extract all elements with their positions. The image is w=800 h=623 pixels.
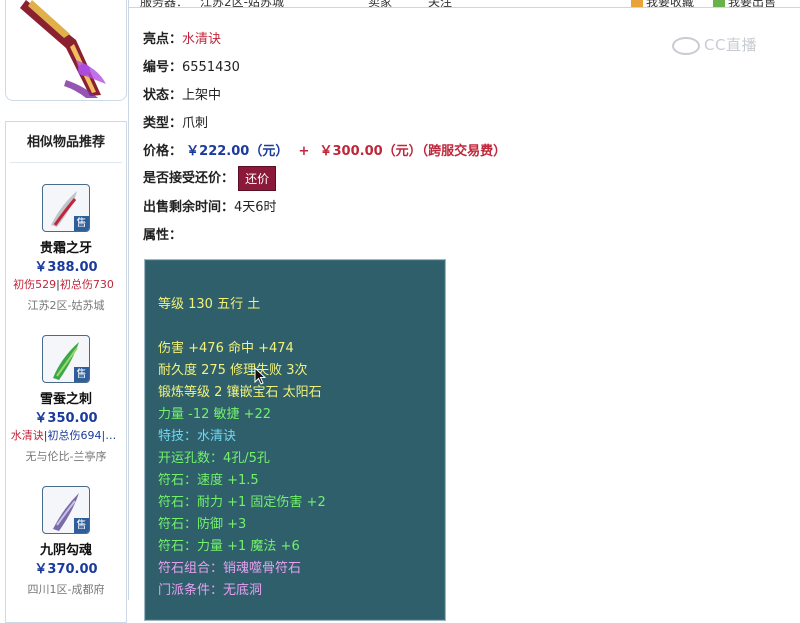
remaining-time-label: 出售剩余时间： [143,200,235,215]
recommended-item-server: 江苏2区-姑苏城 [27,299,105,312]
id-label: 编号： [143,60,183,75]
recommended-item-stats: 初伤529|初总伤730 [13,278,114,291]
attributes-row: 属性： [143,224,182,243]
id-value: 6551430 [182,60,240,75]
attr-line: 符石：防御 +3 [158,517,247,532]
item-thumbnail[interactable]: 售 [42,184,90,232]
column-divider [128,0,129,600]
status-value: 上架中 [182,88,222,103]
attributes-label: 属性： [143,228,183,243]
counter-offer-button[interactable]: 还价 [238,166,277,191]
remaining-time-row: 出售剩余时间：4天6时 [143,196,277,215]
recommended-item-stats: 水清诀|初总伤694|… [10,429,117,442]
highlight-row: 亮点：水清诀 [143,28,221,47]
price-label: 价格： [143,144,183,159]
recommended-item-2[interactable]: 售 九阴勾魂 ￥370.00 四川1区-成都府 [6,465,126,616]
attr-line: 符石：力量 +1 魔法 +6 [158,539,300,554]
attr-line: 符石组合：销魂噬骨符石 [158,561,302,576]
recommended-item-name[interactable]: 九阴勾魂 [6,539,126,558]
highlight-value: 水清诀 [182,32,222,47]
attr-line: 门派条件：无底洞 [158,583,263,598]
sell-badge: 售 [74,216,89,231]
attr-line: 力量 -12 敏捷 +22 [158,407,272,422]
similar-items-title: 相似物品推荐 [10,122,122,163]
attr-line: 耐久度 275 修理失败 3次 [158,363,308,378]
attr-line: 开运孔数：4孔/5孔 [158,451,270,466]
type-label: 类型： [143,116,183,131]
similar-items-panel: 相似物品推荐 售 贵霜之牙 ￥388.00 初伤529|初总伤730 江苏2区-… [5,121,127,623]
recommended-item-price: ￥370.00 [34,562,98,577]
attr-line: 锻炼等级 2 镶嵌宝石 太阳石 [158,385,322,400]
attr-line: 符石：速度 +1.5 [158,473,259,488]
highlight-label: 亮点： [143,32,183,47]
attr-line: 伤害 +476 命中 +474 [158,341,294,356]
status-row: 状态：上架中 [143,84,221,103]
claw-weapon-icon [20,0,106,98]
counter-offer-row: 是否接受还价： 还价 [143,166,277,191]
attr-line: 符石：耐力 +1 固定伤害 +2 [158,495,326,510]
type-row: 类型：爪刺 [143,112,208,131]
recommended-item-0[interactable]: 售 贵霜之牙 ￥388.00 初伤529|初总伤730 江苏2区-姑苏城 [6,163,126,314]
sell-badge: 售 [74,518,89,533]
recommended-item-price: ￥350.00 [34,411,98,426]
attr-line: 等级 130 五行 土 [158,297,261,312]
cc-live-watermark: CC直播 [672,34,757,55]
price-row: 价格： ￥222.00（元） + ￥300.00（元）（跨服交易费） [143,140,506,159]
top-toolbar: 服务器： 江苏2区-姑苏城 卖家 关注 我要收藏 我要出售 [128,0,800,8]
counter-offer-label: 是否接受还价： [143,171,235,186]
recommended-item-name[interactable]: 雪蚕之刺 [6,388,126,407]
sell-badge: 售 [74,367,89,382]
price-value: ￥222.00（元） [186,144,289,159]
type-value: 爪刺 [182,116,209,131]
item-thumbnail[interactable]: 售 [42,486,90,534]
item-image [5,0,127,101]
cross-server-fee: ￥300.00（元）（跨服交易费） [319,144,507,159]
recommended-item-server: 四川1区-成都府 [27,583,105,596]
recommended-item-price: ￥388.00 [34,260,98,275]
recommended-item-name[interactable]: 贵霜之牙 [6,237,126,256]
price-plus: + [298,144,310,159]
item-thumbnail[interactable]: 售 [42,335,90,383]
status-label: 状态： [143,88,183,103]
id-row: 编号：6551430 [143,56,240,75]
recommended-item-server: 无与伦比-兰亭序 [25,450,107,463]
attributes-panel: 等级 130 五行 土 伤害 +476 命中 +474 耐久度 275 修理失败… [144,259,446,621]
attr-line: 特技：水清诀 [158,429,237,444]
mouse-cursor-icon [254,367,266,385]
recommended-item-1[interactable]: 售 雪蚕之刺 ￥350.00 水清诀|初总伤694|… 无与伦比-兰亭序 [6,314,126,465]
remaining-time-value: 4天6时 [234,200,277,215]
